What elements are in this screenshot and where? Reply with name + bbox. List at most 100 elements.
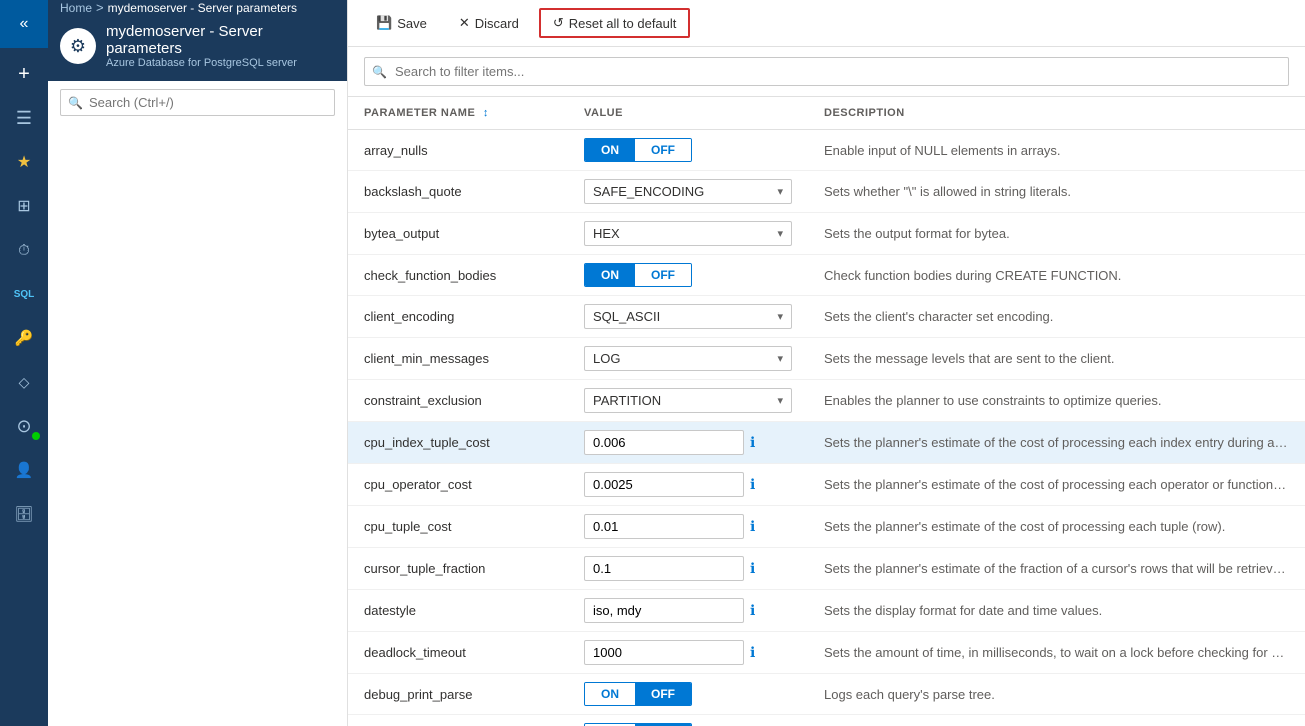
toggle-group[interactable]: ONOFF (584, 263, 692, 287)
table-row: debug_print_parse ONOFF Logs each query's … (348, 674, 1305, 715)
value-cell[interactable]: HEX▾ (568, 213, 808, 255)
dropdown-select[interactable]: HEX▾ (584, 221, 792, 246)
toggle-on-btn[interactable]: ON (585, 139, 635, 161)
value-cell[interactable]: ℹ (568, 548, 808, 590)
description-cell: Logs each query's execution plan. (808, 715, 1305, 726)
param-name-cell: backslash_quote (348, 171, 568, 213)
toggle-on-btn[interactable]: ON (585, 683, 635, 705)
save-button[interactable]: 💾 Save (364, 10, 439, 36)
hamburger-icon: ☰ (16, 108, 32, 129)
dropdown-select[interactable]: SQL_ASCII▾ (584, 304, 792, 329)
star-icon-btn[interactable]: ★ (0, 140, 48, 184)
value-cell[interactable]: ONOFF (568, 715, 808, 726)
value-cell[interactable]: ONOFF (568, 674, 808, 715)
filter-search-icon: 🔍 (372, 65, 387, 79)
breadcrumb-home[interactable]: Home (60, 1, 92, 15)
value-cell[interactable]: ℹ (568, 632, 808, 674)
info-icon[interactable]: ℹ (750, 518, 755, 535)
key-icon-btn[interactable]: 🔑 (0, 316, 48, 360)
clock-icon-btn[interactable]: ⏱ (0, 228, 48, 272)
table-row: array_nullsONOFFEnable input of NULL ele… (348, 130, 1305, 171)
diamond-icon: ◇ (19, 374, 30, 391)
param-name-cell: constraint_exclusion (348, 380, 568, 422)
grid-icon-btn[interactable]: ⊞ (0, 184, 48, 228)
toggle-off-btn[interactable]: OFF (635, 264, 691, 286)
description-cell: Sets the planner's estimate of the cost … (808, 464, 1305, 506)
table-row: cpu_tuple_costℹSets the planner's estima… (348, 506, 1305, 548)
person-icon-btn[interactable]: 👤 (0, 448, 48, 492)
plus-icon-btn[interactable]: + (0, 52, 48, 96)
param-name-cell: array_nulls (348, 130, 568, 171)
info-icon[interactable]: ℹ (750, 476, 755, 493)
db-icon-btn[interactable]: 🗄 (0, 492, 48, 536)
filter-input[interactable] (364, 57, 1289, 86)
person-icon: 👤 (15, 461, 34, 479)
param-text-input[interactable] (584, 514, 744, 539)
value-cell[interactable]: ℹ (568, 590, 808, 632)
save-icon: 💾 (376, 15, 392, 31)
dropdown-select[interactable]: SAFE_ENCODING▾ (584, 179, 792, 204)
param-name-cell: debug_print_parse (348, 674, 568, 715)
discard-icon: ✕ (459, 15, 470, 31)
sql-icon-btn[interactable]: SQL (0, 272, 48, 316)
input-info-wrapper: ℹ (584, 556, 792, 581)
parameters-table: PARAMETER NAME ↕ VALUE DESCRIPTION array… (348, 97, 1305, 726)
collapse-button[interactable]: « (0, 0, 48, 48)
value-cell[interactable]: LOG▾ (568, 338, 808, 380)
value-cell[interactable]: ℹ (568, 506, 808, 548)
toggle-off-btn[interactable]: OFF (635, 139, 691, 161)
nav-search-input[interactable] (60, 89, 335, 116)
table-row: check_function_bodiesONOFFCheck function… (348, 255, 1305, 296)
col-label-param-name: PARAMETER NAME (364, 107, 475, 119)
table-area: 🔍 PARAMETER NAME ↕ VALUE DESCRIPTION (348, 47, 1305, 726)
description-cell: Sets the output format for bytea. (808, 213, 1305, 255)
reset-icon: ↺ (553, 15, 564, 31)
description-cell: Sets whether "\" is allowed in string li… (808, 171, 1305, 213)
dropdown-select[interactable]: LOG▾ (584, 346, 792, 371)
value-cell[interactable]: PARTITION▾ (568, 380, 808, 422)
toggle-on-btn[interactable]: ON (585, 264, 635, 286)
info-icon[interactable]: ℹ (750, 644, 755, 661)
info-icon[interactable]: ℹ (750, 560, 755, 577)
diamond-icon-btn[interactable]: ◇ (0, 360, 48, 404)
value-cell[interactable]: SQL_ASCII▾ (568, 296, 808, 338)
icon-sidebar: « + ☰ ★ ⊞ ⏱ SQL 🔑 ◇ ⊙ 👤 🗄 (0, 0, 48, 726)
col-header-param-name[interactable]: PARAMETER NAME ↕ (348, 97, 568, 130)
toggle-off-btn[interactable]: OFF (635, 683, 691, 705)
circle-icon-btn[interactable]: ⊙ (0, 404, 48, 448)
grid-icon: ⊞ (17, 196, 30, 216)
chevron-down-icon: ▾ (777, 352, 783, 365)
value-cell[interactable]: SAFE_ENCODING▾ (568, 171, 808, 213)
sidebar-header: Home > mydemoserver - Server parameters (48, 0, 347, 15)
dropdown-select[interactable]: PARTITION▾ (584, 388, 792, 413)
toggle-group[interactable]: ONOFF (584, 138, 692, 162)
toggle-group[interactable]: ONOFF (584, 682, 692, 706)
param-text-input[interactable] (584, 556, 744, 581)
chevron-down-icon: ▾ (777, 310, 783, 323)
value-cell[interactable]: ℹ (568, 422, 808, 464)
info-icon[interactable]: ℹ (750, 602, 755, 619)
reset-label: Reset all to default (569, 16, 677, 31)
value-cell[interactable]: ONOFF (568, 255, 808, 296)
reset-all-button[interactable]: ↺ Reset all to default (539, 8, 691, 38)
value-cell[interactable]: ℹ (568, 464, 808, 506)
table-row: cpu_operator_costℹSets the planner's est… (348, 464, 1305, 506)
param-name-cell: cursor_tuple_fraction (348, 548, 568, 590)
hamburger-icon-btn[interactable]: ☰ (0, 96, 48, 140)
param-text-input[interactable] (584, 472, 744, 497)
key-icon: 🔑 (15, 329, 34, 347)
param-text-input[interactable] (584, 430, 744, 455)
table-row: backslash_quote SAFE_ENCODING▾ Sets whethe… (348, 171, 1305, 213)
sql-icon: SQL (14, 289, 35, 300)
discard-button[interactable]: ✕ Discard (447, 10, 531, 36)
param-text-input[interactable] (584, 640, 744, 665)
info-icon[interactable]: ℹ (750, 434, 755, 451)
table-row: client_min_messagesLOG▾Sets the message … (348, 338, 1305, 380)
description-cell: Logs each query's parse tree. (808, 674, 1305, 715)
nav-sidebar: Home > mydemoserver - Server parameters … (48, 0, 348, 726)
col-label-value: VALUE (584, 107, 623, 119)
circle-icon: ⊙ (16, 416, 31, 437)
value-cell[interactable]: ONOFF (568, 130, 808, 171)
description-cell: Enables the planner to use constraints t… (808, 380, 1305, 422)
param-text-input[interactable] (584, 598, 744, 623)
